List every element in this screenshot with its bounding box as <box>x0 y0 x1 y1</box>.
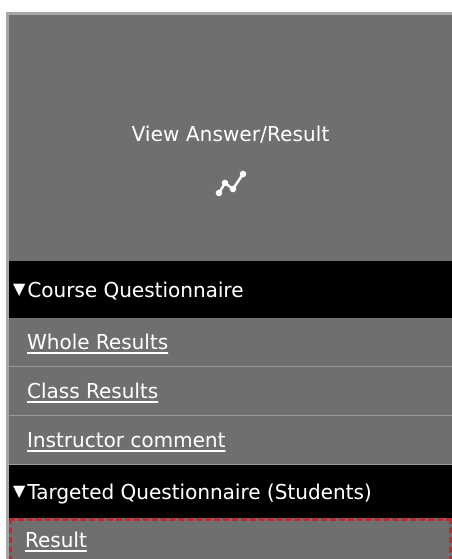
class-results-link[interactable]: Class Results <box>27 379 158 403</box>
instructor-comment-link[interactable]: Instructor comment <box>27 428 225 452</box>
section-title-targeted-questionnaire: Targeted Questionnaire (Students) <box>27 479 372 504</box>
whole-results-link[interactable]: Whole Results <box>27 330 168 354</box>
menu-item-whole-results[interactable]: Whole Results <box>9 318 452 367</box>
side-menu-panel: View Answer/Result ▼ Course Questionnair… <box>6 12 452 559</box>
section-header-targeted-questionnaire[interactable]: ▼ Targeted Questionnaire (Students) <box>9 465 452 518</box>
section-title-course-questionnaire: Course Questionnaire <box>27 277 244 302</box>
line-chart-icon <box>215 170 246 197</box>
menu-item-instructor-comment[interactable]: Instructor comment <box>9 416 452 465</box>
menu-item-result[interactable]: Result <box>9 518 452 559</box>
view-answer-result-tile[interactable]: View Answer/Result <box>9 15 452 261</box>
menu-item-class-results[interactable]: Class Results <box>9 367 452 416</box>
section-header-course-questionnaire[interactable]: ▼ Course Questionnaire <box>9 261 452 318</box>
result-link[interactable]: Result <box>25 528 87 552</box>
triangle-down-icon: ▼ <box>13 278 26 298</box>
view-answer-result-label: View Answer/Result <box>131 122 330 146</box>
triangle-down-icon: ▼ <box>13 480 26 500</box>
